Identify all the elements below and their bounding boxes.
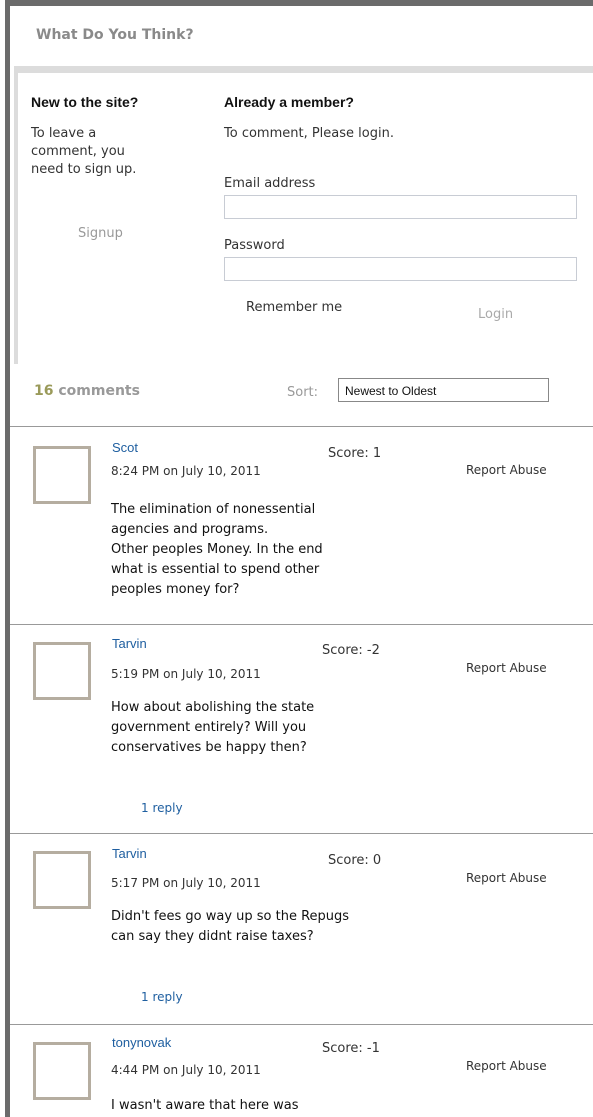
signup-info-line-1: To leave a bbox=[31, 126, 97, 141]
comment-line: can say they didnt raise taxes? bbox=[111, 929, 314, 944]
comment-score: Score: 1 bbox=[328, 446, 382, 461]
login-instruction: To comment, Please login. bbox=[224, 126, 394, 141]
comment-line: agencies and programs. bbox=[111, 522, 269, 537]
divider-band-left bbox=[14, 66, 18, 364]
sort-label: Sort: bbox=[287, 385, 319, 400]
comment-count-label: comments bbox=[58, 383, 140, 399]
comment-separator bbox=[10, 624, 593, 625]
comment-date: 5:19 PM on July 10, 2011 bbox=[111, 667, 261, 681]
comment-separator bbox=[10, 426, 593, 427]
signup-info-line-3: need to sign up. bbox=[31, 162, 137, 177]
email-label: Email address bbox=[224, 176, 316, 191]
frame-top-border bbox=[5, 0, 593, 6]
comment-author[interactable]: Scot bbox=[112, 440, 138, 455]
comment-line: peoples money for? bbox=[111, 582, 240, 597]
signup-info-line-2: comment, you bbox=[31, 144, 125, 159]
divider-band bbox=[14, 66, 593, 73]
avatar bbox=[33, 642, 91, 700]
avatar bbox=[33, 1042, 91, 1100]
comment-author[interactable]: Tarvin bbox=[112, 846, 147, 861]
reply-count-link[interactable]: 1 reply bbox=[141, 801, 183, 815]
comment-line: Other peoples Money. In the end bbox=[111, 542, 323, 557]
comment-body: How about abolishing the state governmen… bbox=[111, 698, 371, 758]
comment-score: Score: 0 bbox=[328, 853, 382, 868]
comment-count: 16 comments bbox=[34, 383, 140, 399]
password-label: Password bbox=[224, 238, 285, 253]
comment-line: government entirely? Will you bbox=[111, 720, 307, 735]
report-abuse-link[interactable]: Report Abuse bbox=[466, 661, 547, 675]
comment-score: Score: -1 bbox=[322, 1041, 380, 1056]
comment-line: conservatives be happy then? bbox=[111, 740, 307, 755]
comment-line: How about abolishing the state bbox=[111, 700, 315, 715]
password-field[interactable] bbox=[224, 257, 577, 281]
comment-count-number: 16 bbox=[34, 383, 54, 399]
new-user-heading: New to the site? bbox=[31, 94, 139, 110]
comment-date: 8:24 PM on July 10, 2011 bbox=[111, 464, 261, 478]
comment-line: what is essential to spend other bbox=[111, 562, 320, 577]
login-button[interactable]: Login bbox=[478, 307, 513, 322]
report-abuse-link[interactable]: Report Abuse bbox=[466, 463, 547, 477]
comment-date: 4:44 PM on July 10, 2011 bbox=[111, 1063, 261, 1077]
comment-score: Score: -2 bbox=[322, 643, 380, 658]
sort-select[interactable]: Newest to Oldest bbox=[338, 378, 549, 402]
comment-body: Didn't fees go way up so the Repugs can … bbox=[111, 907, 371, 947]
signup-link[interactable]: Signup bbox=[78, 226, 123, 241]
avatar bbox=[33, 851, 91, 909]
comment-line: The elimination of nonessential bbox=[111, 502, 316, 517]
comment-body: I wasn't aware that here was bbox=[111, 1096, 371, 1116]
report-abuse-link[interactable]: Report Abuse bbox=[466, 871, 547, 885]
remember-me-option[interactable]: Remember me bbox=[246, 300, 342, 315]
comment-date: 5:17 PM on July 10, 2011 bbox=[111, 876, 261, 890]
report-abuse-link[interactable]: Report Abuse bbox=[466, 1059, 547, 1073]
comment-line: I wasn't aware that here was bbox=[111, 1098, 299, 1113]
comment-body: The elimination of nonessential agencies… bbox=[111, 500, 371, 600]
comment-author[interactable]: tonynovak bbox=[112, 1035, 171, 1050]
comment-separator bbox=[10, 833, 593, 834]
member-heading: Already a member? bbox=[224, 94, 354, 110]
avatar bbox=[33, 446, 91, 504]
section-title: What Do You Think? bbox=[36, 27, 194, 43]
comment-separator bbox=[10, 1024, 593, 1025]
reply-count-link[interactable]: 1 reply bbox=[141, 990, 183, 1004]
comment-author[interactable]: Tarvin bbox=[112, 636, 147, 651]
comment-line: Didn't fees go way up so the Repugs bbox=[111, 909, 350, 924]
frame-left-border bbox=[5, 0, 10, 1117]
email-field[interactable] bbox=[224, 195, 577, 219]
